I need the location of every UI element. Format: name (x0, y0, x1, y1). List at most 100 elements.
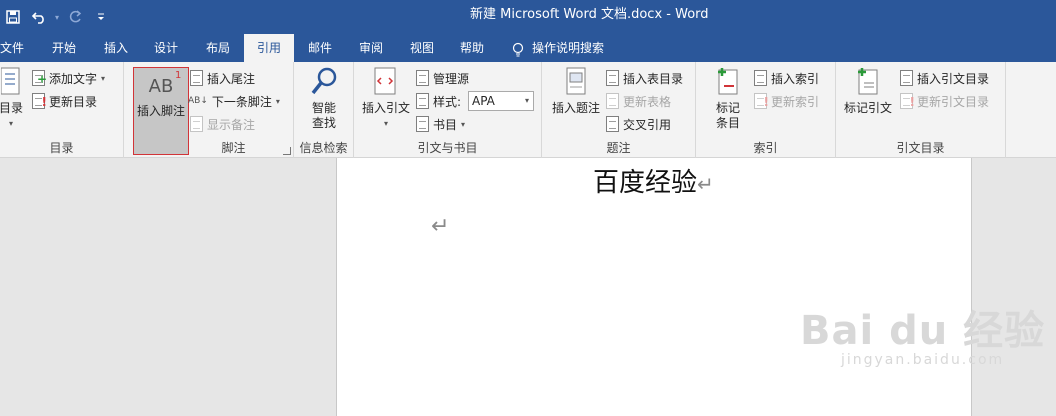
bibliography-button[interactable]: 书目 ▾ (416, 113, 465, 135)
toc-dropdown-icon: ▾ (8, 119, 13, 128)
tab-insert[interactable]: 插入 (96, 34, 136, 62)
update-table-button[interactable]: 更新表格 (606, 90, 671, 112)
insert-toa-button[interactable]: 插入引文目录 (900, 67, 989, 89)
group-label-citations: 引文与书目 (417, 141, 478, 155)
footnote-ab-icon: AB 1 (148, 70, 182, 97)
table-of-figures-icon (606, 70, 619, 86)
update-table-label: 更新表格 (623, 94, 672, 109)
toc-button[interactable]: 目录 ▾ (0, 66, 24, 131)
bibliography-label: 书目 (433, 117, 458, 132)
heading-text: 百度经验 (593, 168, 698, 198)
toc-label: 目录 (0, 101, 23, 115)
tab-design[interactable]: 设计 (146, 34, 186, 62)
mark-citation-button[interactable]: 标记引文 (842, 66, 894, 116)
chevron-down-icon: ▾ (524, 96, 529, 105)
update-table-icon (606, 93, 619, 109)
style-icon (416, 93, 429, 109)
update-toc-icon: ! (32, 93, 47, 109)
next-footnote-button[interactable]: AB↓ 下一条脚注 ▾ (188, 90, 280, 112)
update-toc-button[interactable]: ! 更新目录 (32, 90, 97, 112)
update-toa-button[interactable]: ! 更新引文目录 (900, 90, 989, 112)
mark-entry-button[interactable]: 标记 条目 (708, 66, 748, 131)
document-area: 百度经验↵ ↵ Bai du 经验 jingyan.baidu.com (0, 158, 1056, 416)
cross-reference-button[interactable]: 交叉引用 (606, 113, 671, 135)
manage-sources-label: 管理源 (433, 71, 470, 86)
insert-index-label: 插入索引 (771, 71, 820, 86)
manage-sources-button[interactable]: 管理源 (416, 67, 469, 89)
empty-paragraph-mark-icon[interactable]: ↵ (431, 214, 449, 239)
ribbon-tabs: 文件 开始 插入 设计 布局 引用 邮件 审阅 视图 帮助 操作说明搜索 (0, 34, 1056, 62)
bibliography-dropdown-icon: ▾ (461, 119, 466, 129)
cross-reference-icon (606, 116, 619, 132)
show-notes-button[interactable]: 显示备注 (190, 113, 255, 135)
group-label-footnotes: 脚注 (221, 141, 246, 155)
insert-index-icon (754, 70, 767, 86)
update-index-button[interactable]: ! 更新索引 (754, 90, 819, 112)
lightbulb-icon (512, 40, 524, 57)
insert-table-of-figures-button[interactable]: 插入表目录 (606, 67, 683, 89)
mark-entry-icon (713, 66, 743, 98)
watermark-main: Bai du 经验 (800, 308, 1046, 354)
search-icon (309, 66, 339, 98)
mark-entry-label-2: 条目 (715, 116, 740, 130)
update-index-label: 更新索引 (771, 94, 820, 109)
add-text-button[interactable]: + 添加文字 ▾ (32, 67, 105, 89)
style-label-row: 样式: (416, 90, 461, 112)
undo-dropdown-icon[interactable]: ▾ (52, 0, 62, 34)
update-index-icon: ! (754, 93, 769, 109)
insert-index-button[interactable]: 插入索引 (754, 67, 819, 89)
update-toc-label: 更新目录 (49, 94, 98, 109)
tab-review[interactable]: 审阅 (351, 34, 391, 62)
tab-file[interactable]: 文件 (0, 34, 26, 62)
redo-icon[interactable] (62, 0, 88, 34)
group-label-captions: 题注 (606, 141, 631, 155)
smart-lookup-label-2: 查找 (311, 116, 336, 130)
smart-lookup-label-1: 智能 (311, 101, 336, 115)
insert-toa-label: 插入引文目录 (917, 71, 990, 86)
show-notes-label: 显示备注 (207, 117, 256, 132)
tab-home[interactable]: 开始 (44, 34, 84, 62)
insert-toa-icon (900, 70, 913, 86)
update-toa-label: 更新引文目录 (917, 94, 990, 109)
bibliography-icon (416, 116, 429, 132)
group-research: 智能 查找 信息检索 (294, 62, 354, 158)
group-label-research: 信息检索 (299, 141, 348, 155)
mark-entry-label-1: 标记 (715, 101, 740, 115)
tab-references[interactable]: 引用 (244, 34, 294, 62)
mark-citation-label: 标记引文 (843, 101, 892, 115)
tab-view[interactable]: 视图 (402, 34, 442, 62)
group-authorities: 标记引文 插入引文目录 ! 更新引文目录 引文目录 (836, 62, 1006, 158)
next-footnote-dropdown-icon: ▾ (275, 96, 280, 106)
insert-caption-button[interactable]: 插入题注 (550, 66, 602, 116)
update-toa-icon: ! (900, 93, 915, 109)
tab-layout[interactable]: 布局 (198, 34, 238, 62)
group-label-toc: 目录 (49, 141, 74, 155)
group-label-authorities: 引文目录 (896, 141, 945, 155)
group-label-index: 索引 (753, 141, 778, 155)
document-page[interactable]: 百度经验↵ ↵ (336, 158, 972, 416)
document-heading[interactable]: 百度经验↵ (593, 162, 714, 199)
insert-footnote-button[interactable]: AB 1 插入脚注 (133, 67, 189, 155)
cross-reference-label: 交叉引用 (623, 117, 672, 132)
tab-mailings[interactable]: 邮件 (300, 34, 340, 62)
tab-help[interactable]: 帮助 (452, 34, 492, 62)
insert-endnote-button[interactable]: 插入尾注 (190, 67, 255, 89)
group-index: 标记 条目 插入索引 ! 更新索引 索引 (696, 62, 836, 158)
citation-style-select[interactable]: APA ▾ (468, 91, 534, 111)
undo-icon[interactable] (26, 0, 52, 34)
customize-qat-icon[interactable] (88, 0, 114, 34)
save-icon[interactable] (0, 0, 26, 34)
insert-citation-icon (371, 66, 401, 98)
style-label: 样式: (433, 94, 462, 109)
window-title: 新建 Microsoft Word 文档.docx - Word (470, 7, 709, 22)
add-text-dropdown-icon: ▾ (101, 73, 106, 83)
insert-table-of-figures-label: 插入表目录 (623, 71, 684, 86)
insert-citation-button[interactable]: 插入引文 ▾ (360, 66, 412, 131)
smart-lookup-button[interactable]: 智能 查找 (304, 66, 344, 131)
show-notes-icon (190, 116, 203, 132)
ribbon: 目录 ▾ + 添加文字 ▾ ! 更新目录 目录 脚注 AB 1 插入脚注 插入尾注… (0, 62, 1056, 158)
mark-citation-icon (853, 66, 883, 98)
tell-me-search[interactable]: 操作说明搜索 (512, 34, 604, 62)
title-bar: ▾ 新建 Microsoft Word 文档.docx - Word (0, 0, 1056, 34)
group-citations: 插入引文 ▾ 管理源 样式: APA ▾ 书目 ▾ 引文与书目 (354, 62, 542, 158)
